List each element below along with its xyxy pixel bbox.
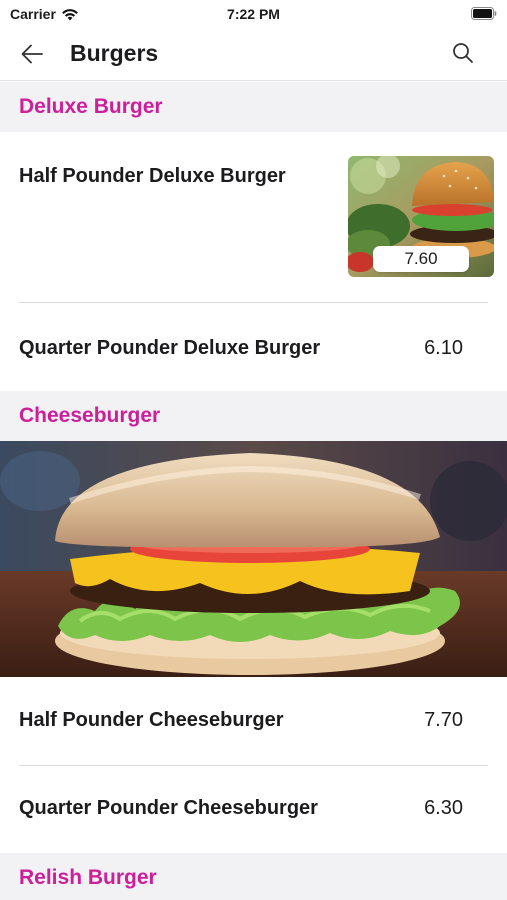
status-time: 7:22 PM [227,6,280,22]
search-icon[interactable] [451,41,475,65]
section-title: Relish Burger [19,866,157,889]
cheeseburger-banner-image [0,441,507,677]
section-title: Cheeseburger [19,404,161,427]
item-name: Half Pounder Deluxe Burger [19,165,286,187]
arrow-left-icon[interactable] [18,40,46,68]
item-price: 7.70 [424,709,463,731]
item-price-badge: 7.60 [373,246,469,272]
nav-bar: Burgers [0,28,507,81]
item-name: Half Pounder Cheeseburger [19,709,284,731]
item-name: Quarter Pounder Cheeseburger [19,797,318,819]
section-header-deluxe-burger: Deluxe Burger [0,82,507,132]
section-header-relish-burger: Relish Burger [0,853,507,900]
status-bar: Carrier 7:22 PM [0,0,507,28]
item-price: 6.10 [424,337,463,359]
menu-item-quarter-pounder-deluxe-burger[interactable]: Quarter Pounder Deluxe Burger 6.10 [0,303,507,390]
battery-icon [471,7,497,20]
page-title: Burgers [70,40,159,66]
section-header-cheeseburger: Cheeseburger [0,391,507,441]
menu-item-quarter-pounder-cheeseburger[interactable]: Quarter Pounder Cheeseburger 6.30 [0,766,507,852]
item-price: 6.30 [424,797,463,819]
section-title: Deluxe Burger [19,95,163,118]
menu-item-half-pounder-cheeseburger[interactable]: Half Pounder Cheeseburger 7.70 [0,677,507,764]
item-name: Quarter Pounder Deluxe Burger [19,337,321,359]
